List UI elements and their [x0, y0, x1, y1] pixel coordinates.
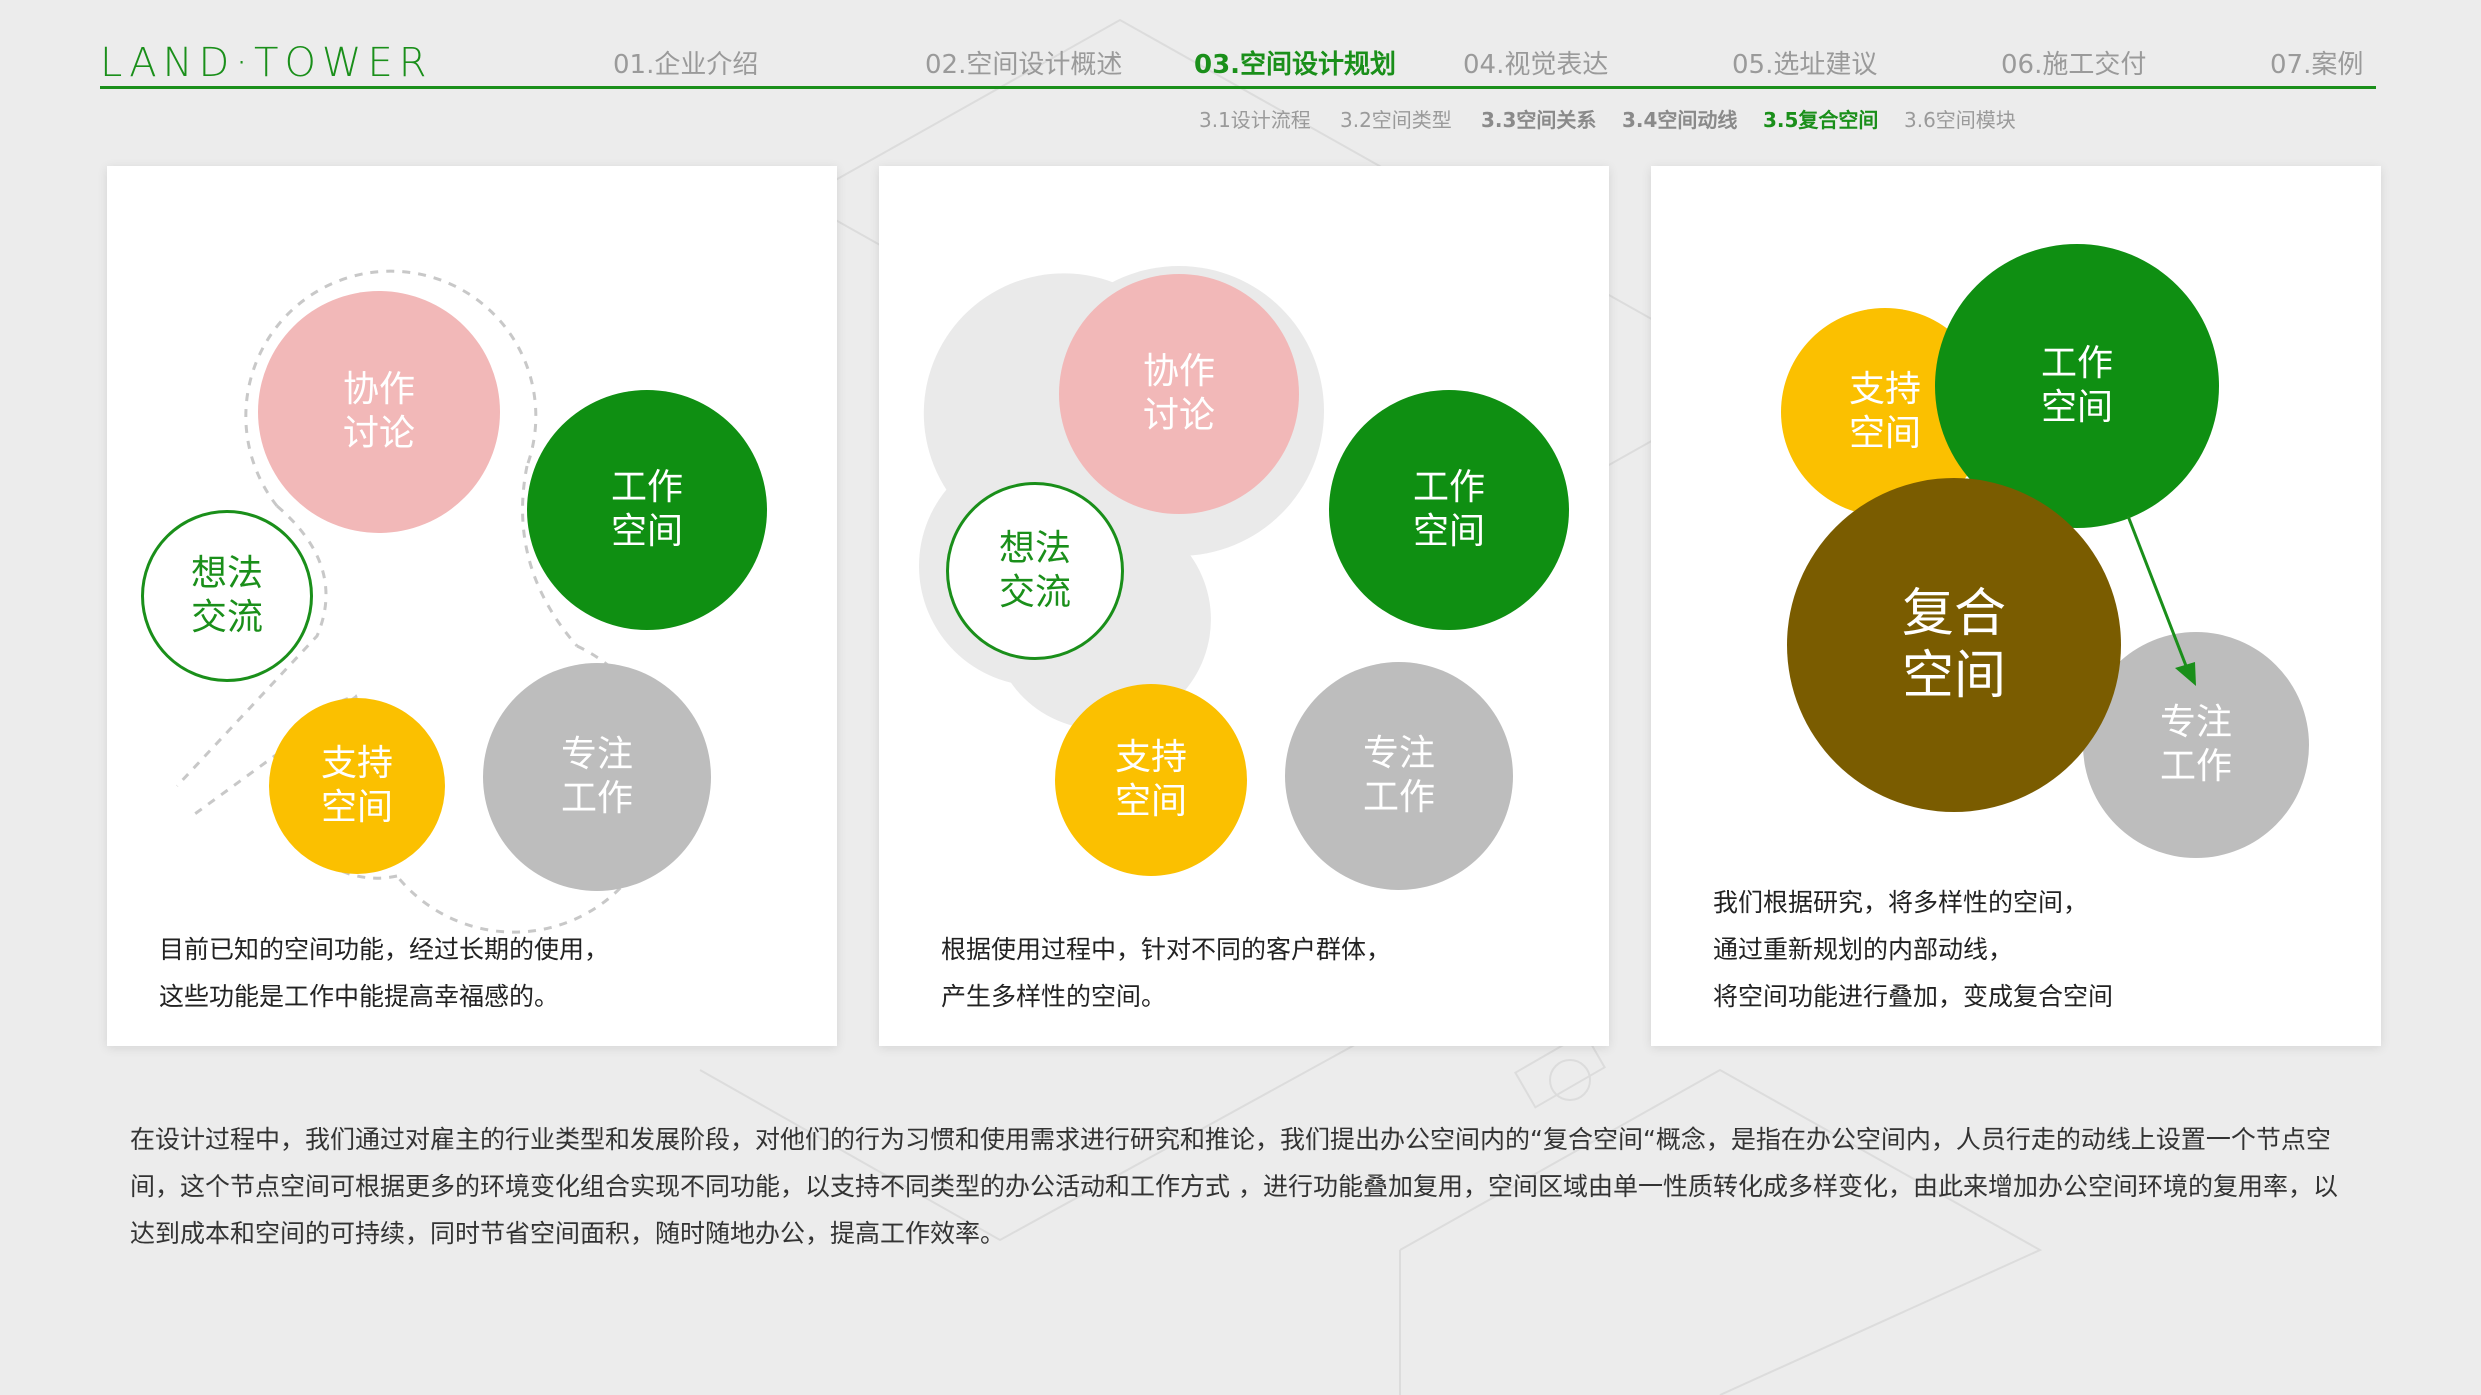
- card2-caption: 根据使用过程中，针对不同的客户群体， 产生多样性的空间。: [941, 935, 1392, 1011]
- card-diverse-spaces: 协作讨论 工作空间 想法交流 支持空间 专注工作 根据使用过程中，针对不同的客户…: [879, 166, 1609, 1046]
- subnav-space-modules[interactable]: 3.6空间模块: [1904, 104, 2016, 133]
- support-space-bubble: 支持空间: [269, 698, 445, 874]
- idea-exchange-bubble: 想法交流: [141, 510, 313, 682]
- nav-item-company-intro[interactable]: 01.企业介绍: [613, 44, 758, 81]
- subnav-composite-space[interactable]: 3.5复合空间: [1763, 104, 1878, 133]
- work-space-bubble: 工作空间: [1329, 390, 1569, 630]
- subnav-space-types[interactable]: 3.2空间类型: [1340, 104, 1452, 133]
- card-known-functions: 协作讨论 工作空间 想法交流 支持空间 专注工作 目前已知的空间功能，经过长期的…: [107, 166, 837, 1046]
- nav-item-visual-expression[interactable]: 04.视觉表达: [1463, 44, 1608, 81]
- support-space-bubble: 支持空间: [1055, 684, 1247, 876]
- idea-exchange-bubble: 想法交流: [946, 482, 1124, 660]
- summary-paragraph: 在设计过程中，我们通过对雇主的行业类型和发展阶段，对他们的行为习惯和使用需求进行…: [130, 1125, 2338, 1248]
- focus-work-bubble: 专注工作: [483, 663, 711, 891]
- logo[interactable]: LAND·TOWER: [100, 40, 433, 86]
- subnav-space-relations[interactable]: 3.3空间关系: [1481, 104, 1596, 133]
- focus-work-bubble: 专注工作: [1285, 662, 1513, 890]
- nav-item-design-overview[interactable]: 02.空间设计概述: [925, 44, 1122, 81]
- subnav-design-process[interactable]: 3.1设计流程: [1199, 104, 1311, 133]
- card-composite-space: 支持空间 工作空间 专注工作 复合空间 我们根据研究，将多样性的空间， 通过重新…: [1651, 166, 2381, 1046]
- collab-discussion-bubble: 协作讨论: [258, 291, 500, 533]
- collab-discussion-bubble: 协作讨论: [1059, 274, 1299, 514]
- nav-item-cases[interactable]: 07.案例: [2270, 44, 2363, 81]
- work-space-bubble: 工作空间: [527, 390, 767, 630]
- card3-caption: 我们根据研究，将多样性的空间， 通过重新规划的内部动线， 将空间功能进行叠加，变…: [1713, 888, 2114, 1011]
- nav-item-site-suggestion[interactable]: 05.选址建议: [1732, 44, 1877, 81]
- nav-item-construction-delivery[interactable]: 06.施工交付: [2001, 44, 2146, 81]
- header-divider: [100, 86, 2376, 89]
- nav-item-design-planning[interactable]: 03.空间设计规划: [1194, 44, 1396, 81]
- subnav-space-circulation[interactable]: 3.4空间动线: [1622, 104, 1737, 133]
- card1-caption: 目前已知的空间功能，经过长期的使用， 这些功能是工作中能提高幸福感的。: [159, 935, 610, 1011]
